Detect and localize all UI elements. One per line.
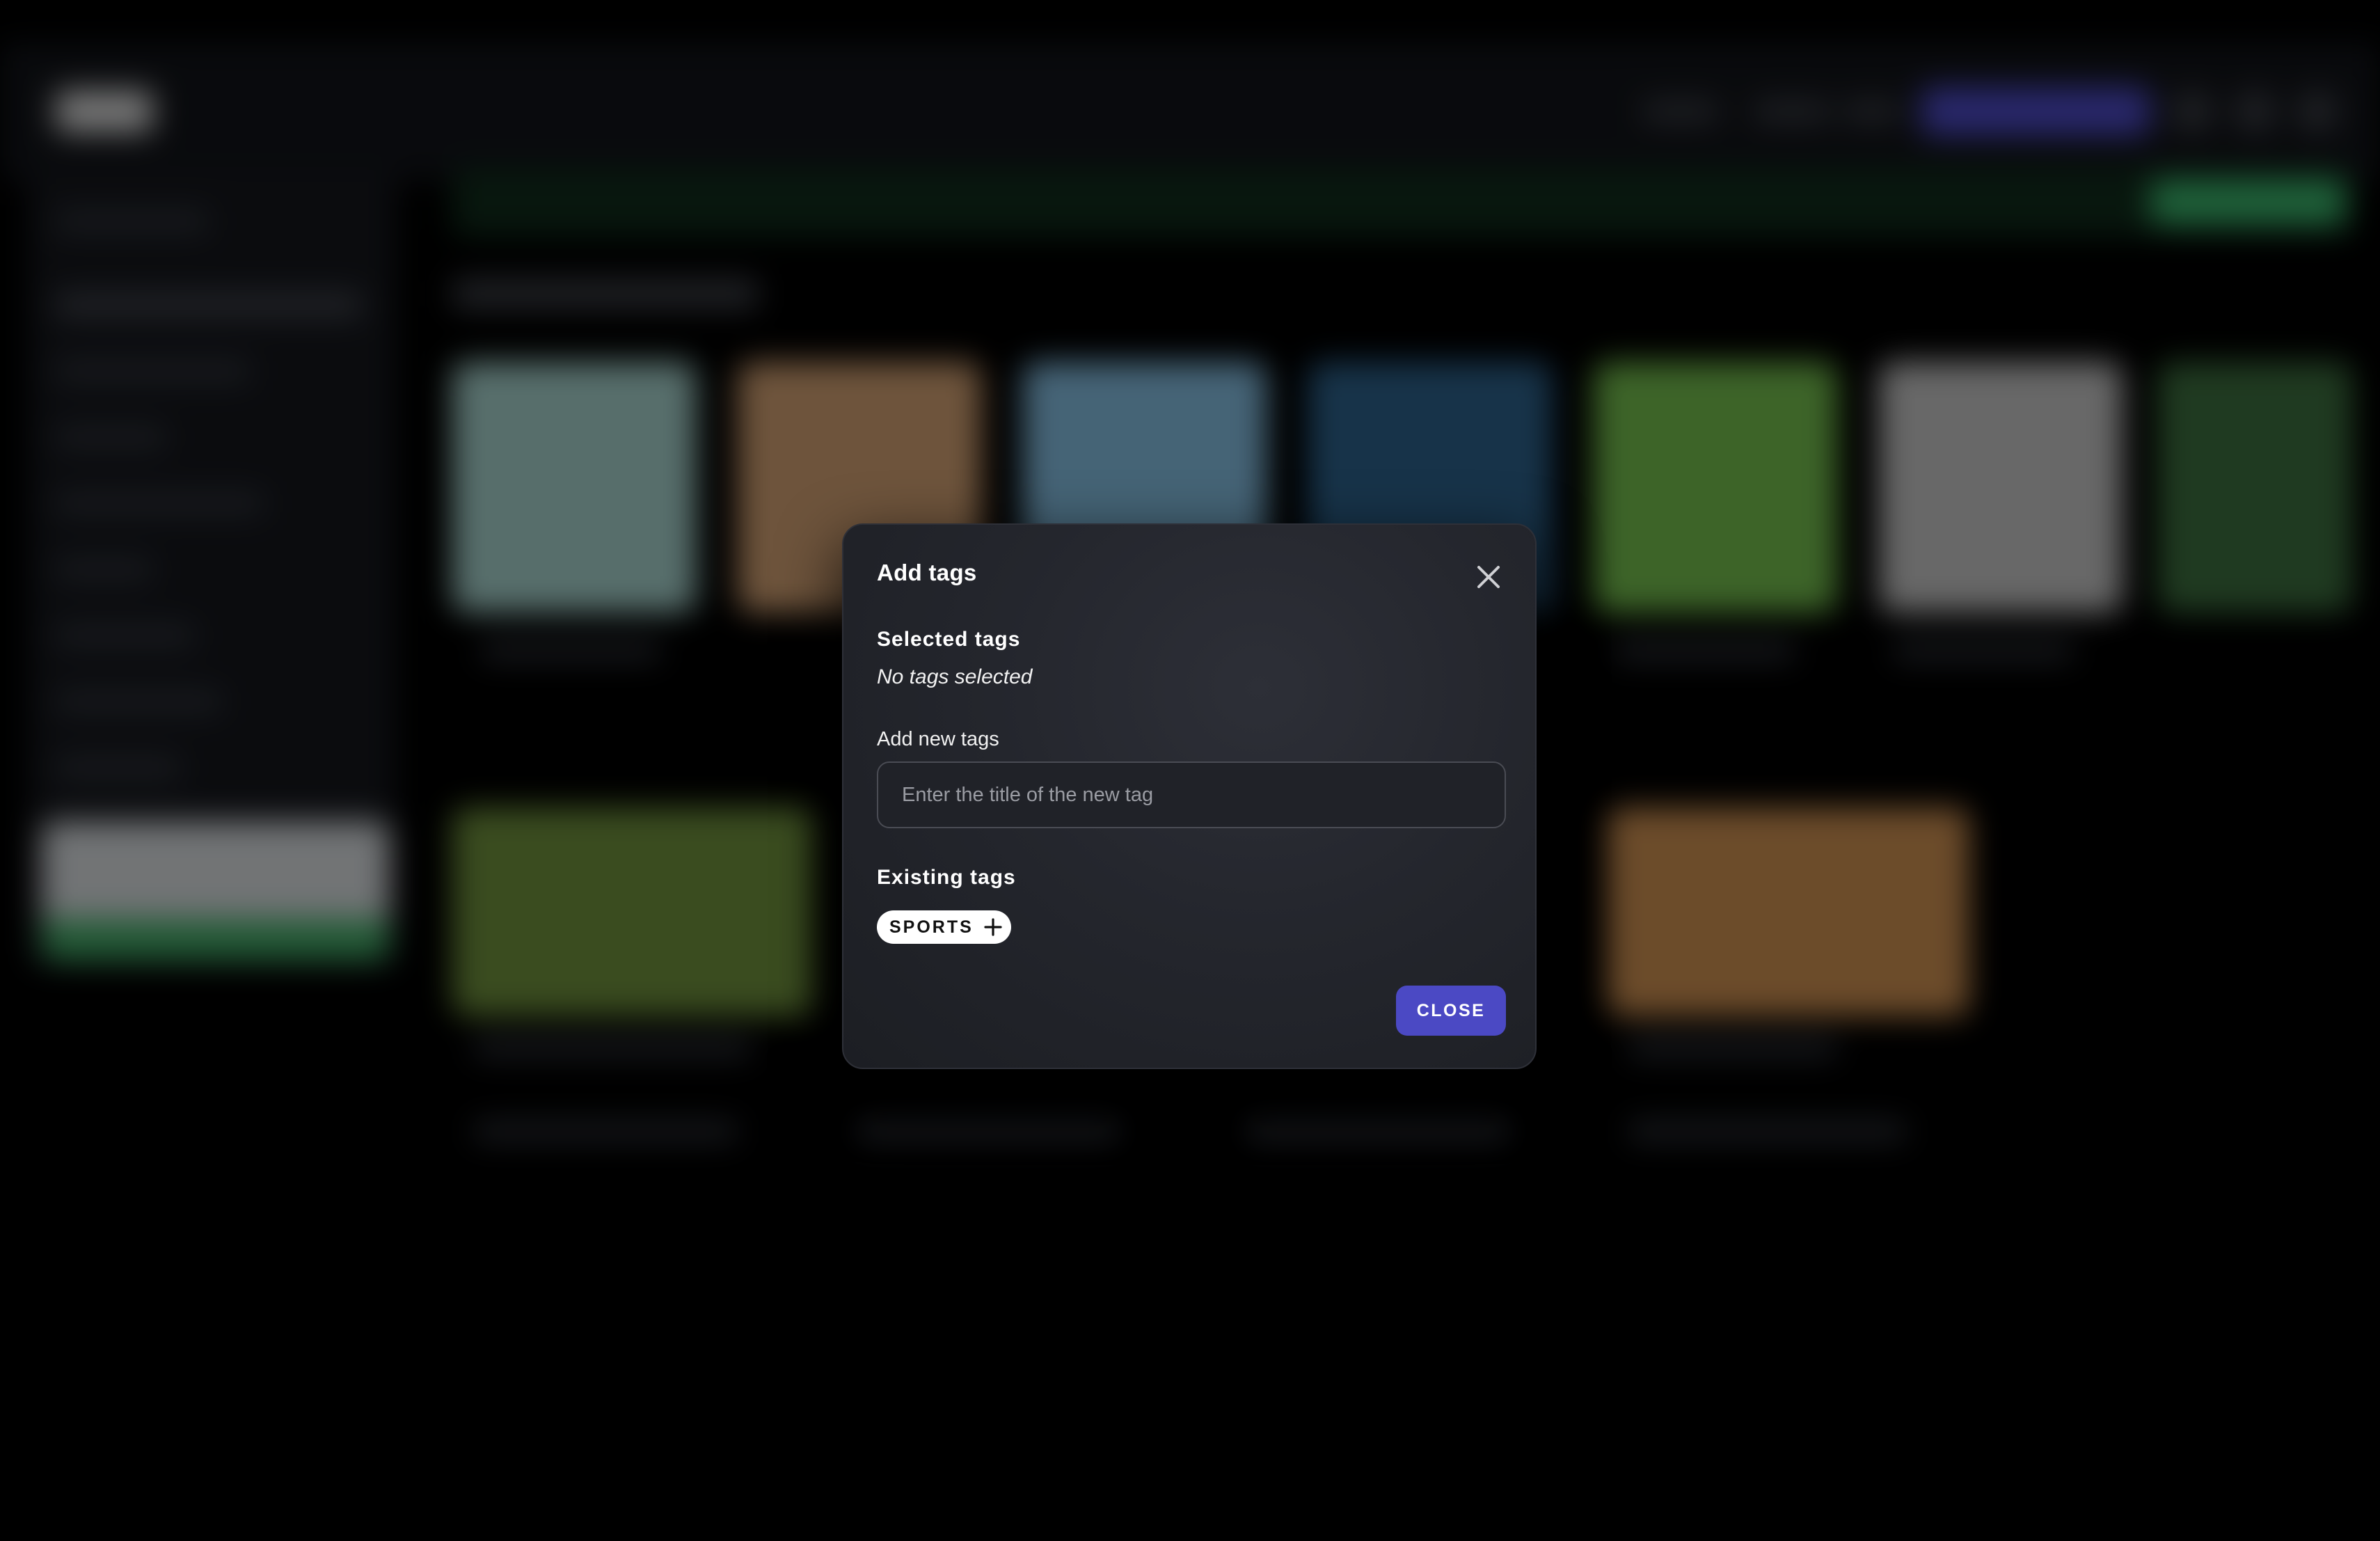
dialog-title: Add tags — [877, 560, 977, 585]
sidebar-item — [56, 557, 153, 582]
avatar — [2296, 90, 2338, 132]
plus-icon — [984, 918, 1002, 936]
card-text — [856, 1121, 1120, 1141]
card-text — [473, 1121, 738, 1141]
sidebar-item — [56, 755, 181, 780]
thumbnail-caption — [1615, 640, 1795, 661]
sidebar-item — [56, 623, 195, 648]
app-logo — [56, 90, 153, 132]
existing-tags-heading: Existing tags — [877, 866, 1016, 889]
primary-nav-button — [1921, 87, 2150, 136]
sidebar-item — [56, 491, 264, 516]
thumbnail-caption — [1893, 640, 2074, 661]
content-card — [452, 807, 814, 1016]
new-tag-input[interactable] — [877, 761, 1506, 828]
content-card — [1608, 807, 1969, 1016]
tag-chip-sports[interactable]: SPORTS — [877, 910, 1011, 944]
section-heading — [452, 278, 759, 309]
nav-icon — [2171, 90, 2213, 132]
tag-chip-label: SPORTS — [889, 917, 974, 937]
card-text — [1628, 1037, 1837, 1058]
template-thumbnail — [1879, 362, 2123, 613]
card-text — [1246, 1121, 1510, 1141]
info-banner — [452, 167, 2352, 237]
banner-button — [2150, 180, 2345, 224]
close-button[interactable]: CLOSE — [1396, 986, 1506, 1036]
nav-link — [1844, 101, 1900, 122]
nav-link — [1642, 101, 1719, 122]
selected-tags-heading: Selected tags — [877, 628, 1021, 651]
card-text — [473, 1037, 752, 1058]
add-tags-dialog: Add tags Selected tags No tags selected … — [842, 523, 1537, 1069]
new-tag-label: Add new tags — [877, 728, 999, 750]
template-thumbnail — [1594, 362, 1837, 613]
sidebar-item — [56, 358, 251, 384]
template-thumbnail — [452, 362, 696, 613]
nav-icon — [2234, 90, 2276, 132]
thumbnail-caption — [480, 640, 661, 661]
sidebar-item — [56, 689, 223, 714]
sidebar-item — [56, 292, 362, 317]
no-tags-message: No tags selected — [877, 665, 1033, 688]
card-text — [1628, 1121, 1907, 1141]
close-icon[interactable] — [1471, 560, 1506, 594]
sidebar-item — [56, 425, 167, 450]
sidebar-item — [56, 209, 209, 234]
nav-link — [1754, 101, 1830, 122]
sidebar-promo-bar — [42, 919, 390, 961]
template-thumbnail — [2157, 362, 2352, 613]
